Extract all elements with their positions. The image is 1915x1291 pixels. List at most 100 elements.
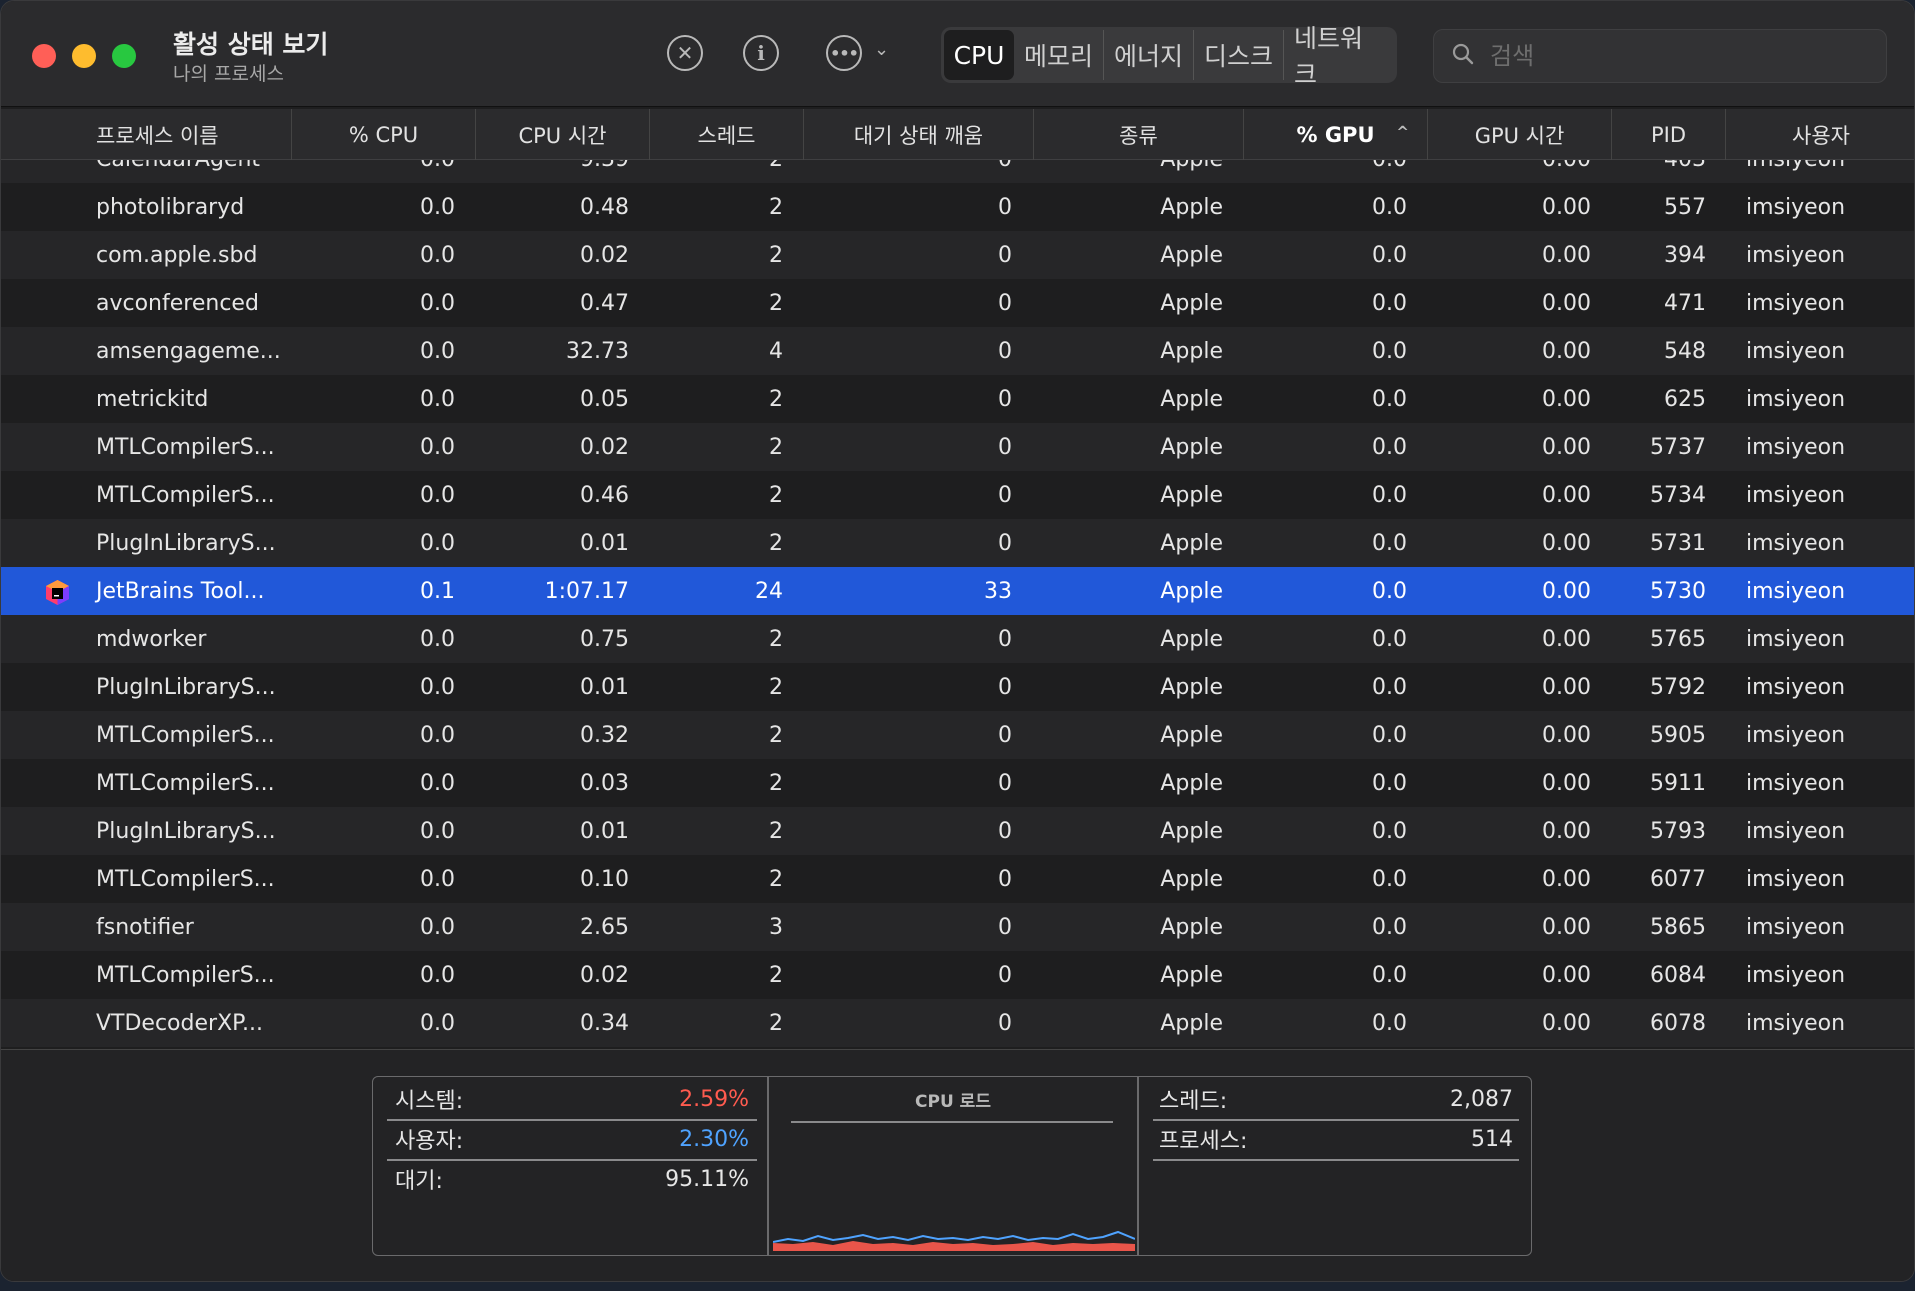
- column-header-kind[interactable]: 종류: [1034, 109, 1244, 160]
- threads-label: 스레드:: [1159, 1089, 1228, 1114]
- column-label: 종류: [1119, 123, 1158, 148]
- column-header-user[interactable]: 사용자: [1726, 109, 1914, 160]
- divider: [791, 1121, 1113, 1123]
- column-header-cpu-percent[interactable]: % CPU: [292, 109, 476, 160]
- table-row[interactable]: VTDecoderXP... 0.0 0.34 2 0 Apple 0.0 0.00 6078 i…: [1, 999, 1914, 1047]
- cell-kind: Apple: [1160, 962, 1223, 988]
- cell-threads: 2: [769, 482, 783, 508]
- table-row[interactable]: mdworker 0.0 0.75 2 0 Apple 0.0 0.00 5765 imsiyeo…: [1, 615, 1914, 663]
- cell-wakeups: 0: [998, 338, 1012, 364]
- cell-cpu-time: 2.65: [580, 914, 629, 940]
- tab-disk[interactable]: 디스크: [1194, 30, 1284, 80]
- column-header-idle-wakeups[interactable]: 대기 상태 깨움: [804, 109, 1034, 160]
- table-row[interactable]: PlugInLibraryS... 0.0 0.01 2 0 Apple 0.0 0.00 57…: [1, 807, 1914, 855]
- cell-threads: 2: [769, 242, 783, 268]
- window-title: 활성 상태 보기: [173, 30, 329, 59]
- ellipsis-circle-icon: •••: [830, 43, 859, 63]
- cell-pid: 5730: [1650, 578, 1706, 604]
- cell-pid: 5737: [1650, 434, 1706, 460]
- cell-threads: 2: [769, 1010, 783, 1036]
- column-header-process-name[interactable]: 프로세스 이름: [1, 109, 292, 160]
- cell-user: imsiyeon: [1746, 674, 1846, 700]
- column-header-cpu-time[interactable]: CPU 시간: [476, 109, 650, 160]
- cell-pid: 5792: [1650, 674, 1706, 700]
- table-row[interactable]: avconferenced 0.0 0.47 2 0 Apple 0.0 0.00 471 ims…: [1, 279, 1914, 327]
- window-subtitle[interactable]: 나의 프로세스: [173, 59, 284, 86]
- cell-pid: 5765: [1650, 626, 1706, 652]
- cell-name: mdworker: [96, 626, 207, 652]
- processes-value: 514: [1471, 1126, 1513, 1152]
- table-row[interactable]: amsengageme... 0.0 32.73 4 0 Apple 0.0 0.00 548 i…: [1, 327, 1914, 375]
- cell-user: imsiyeon: [1746, 160, 1914, 183]
- cell-cpu: 0.0: [420, 338, 455, 364]
- column-header-gpu-time[interactable]: GPU 시간: [1428, 109, 1612, 160]
- threads-value: 2,087: [1450, 1086, 1513, 1112]
- cell-gpu: 0.0: [1372, 242, 1407, 268]
- table-row[interactable]: PlugInLibraryS... 0.0 0.01 2 0 Apple 0.0 0.00 57…: [1, 519, 1914, 567]
- cell-pid: 557: [1664, 194, 1706, 220]
- table-row[interactable]: JetBrains Tool... 0.1 1:07.17 24 33 Apple 0.0 0…: [1, 567, 1914, 615]
- cell-pid: 625: [1664, 386, 1706, 412]
- cell-threads: 2: [769, 626, 783, 652]
- column-header-gpu-percent[interactable]: % GPU ^: [1244, 109, 1428, 160]
- cell-gpu: 0.0: [1372, 482, 1407, 508]
- column-header-threads[interactable]: 스레드: [650, 109, 804, 160]
- cell-user: imsiyeon: [1746, 338, 1846, 364]
- table-row[interactable]: MTLCompilerS... 0.0 0.03 2 0 Apple 0.0 0.00 5911…: [1, 759, 1914, 807]
- cell-user: imsiyeon: [1746, 626, 1846, 652]
- cell-cpu-time: 0.01: [580, 530, 629, 556]
- stop-process-button[interactable]: ✕: [667, 35, 703, 71]
- activity-monitor-window: 활성 상태 보기 나의 프로세스 ✕ i ••• ⌄ CPU 메모리 에너지 디…: [0, 0, 1915, 1282]
- column-label: PID: [1650, 122, 1687, 147]
- cell-gpu: 0.0: [1372, 722, 1407, 748]
- cell-gpu-time: 0.00: [1542, 962, 1591, 988]
- cell-user: imsiyeon: [1746, 866, 1846, 892]
- search-input[interactable]: [1490, 38, 1870, 74]
- chevron-down-icon[interactable]: ⌄: [874, 39, 889, 60]
- cell-gpu-time: 0.00: [1542, 434, 1591, 460]
- minimize-window-button[interactable]: [72, 44, 96, 68]
- system-value: 2.59%: [679, 1086, 749, 1112]
- cpu-summary-footer: 시스템: 2.59% 사용자: 2.30% 대기: 95.11% CPU 로드: [1, 1049, 1914, 1281]
- cpu-load-sparkline: [773, 1230, 1135, 1251]
- column-label: GPU 시간: [1474, 123, 1565, 148]
- table-row[interactable]: PlugInLibraryS... 0.0 0.01 2 0 Apple 0.0 0.00 57…: [1, 663, 1914, 711]
- table-row[interactable]: com.apple.sbd 0.0 0.02 2 0 Apple 0.0 0.00 394 ims…: [1, 231, 1914, 279]
- cell-name: CalendarAgent: [96, 160, 296, 183]
- table-row[interactable]: MTLCompilerS... 0.0 0.32 2 0 Apple 0.0 0.00 5905…: [1, 711, 1914, 759]
- cell-gpu-time: 0.00: [1542, 578, 1591, 604]
- tab-energy[interactable]: 에너지: [1104, 30, 1194, 80]
- cell-cpu: 0.0: [420, 482, 455, 508]
- cell-cpu-time: 0.34: [580, 1010, 629, 1036]
- cell-wakeups: 0: [998, 242, 1012, 268]
- cell-wakeups: 0: [998, 194, 1012, 220]
- cell-cpu: 0.0: [292, 160, 455, 183]
- table-row[interactable]: MTLCompilerS... 0.0 0.46 2 0 Apple 0.0 0.00 5734…: [1, 471, 1914, 519]
- table-row[interactable]: photolibraryd 0.0 0.48 2 0 Apple 0.0 0.00 557 ims…: [1, 183, 1914, 231]
- zoom-window-button[interactable]: [112, 44, 136, 68]
- cell-threads: 2: [769, 962, 783, 988]
- cell-pid: 394: [1664, 242, 1706, 268]
- table-row[interactable]: CalendarAgent0.09.3920Apple0.00.00403ims…: [1, 160, 1914, 183]
- cell-gpu-time: 0.00: [1542, 530, 1591, 556]
- cell-gpu: 0.0: [1372, 434, 1407, 460]
- cell-pid: 403: [1612, 160, 1706, 183]
- cell-wakeups: 0: [998, 914, 1012, 940]
- tab-network[interactable]: 네트워크: [1284, 24, 1394, 89]
- user-load-line: [773, 1230, 1135, 1243]
- cell-threads: 2: [769, 194, 783, 220]
- tab-cpu[interactable]: CPU: [944, 30, 1014, 80]
- table-row[interactable]: fsnotifier 0.0 2.65 3 0 Apple 0.0 0.00 5865 imsiy…: [1, 903, 1914, 951]
- close-window-button[interactable]: [32, 44, 56, 68]
- search-field[interactable]: [1433, 29, 1887, 83]
- cell-kind: Apple: [1160, 818, 1223, 844]
- column-header-pid[interactable]: PID: [1612, 109, 1726, 160]
- table-row[interactable]: MTLCompilerS... 0.0 0.10 2 0 Apple 0.0 0.00 6077…: [1, 855, 1914, 903]
- tab-memory[interactable]: 메모리: [1014, 30, 1104, 80]
- table-row[interactable]: MTLCompilerS... 0.0 0.02 2 0 Apple 0.0 0.00 5737…: [1, 423, 1914, 471]
- more-actions-button[interactable]: •••: [826, 35, 862, 71]
- table-row[interactable]: metrickitd 0.0 0.05 2 0 Apple 0.0 0.00 625 imsiye…: [1, 375, 1914, 423]
- inspect-process-button[interactable]: i: [743, 35, 779, 71]
- cell-threads: 2: [769, 818, 783, 844]
- table-row[interactable]: MTLCompilerS... 0.0 0.02 2 0 Apple 0.0 0.00 6084…: [1, 951, 1914, 999]
